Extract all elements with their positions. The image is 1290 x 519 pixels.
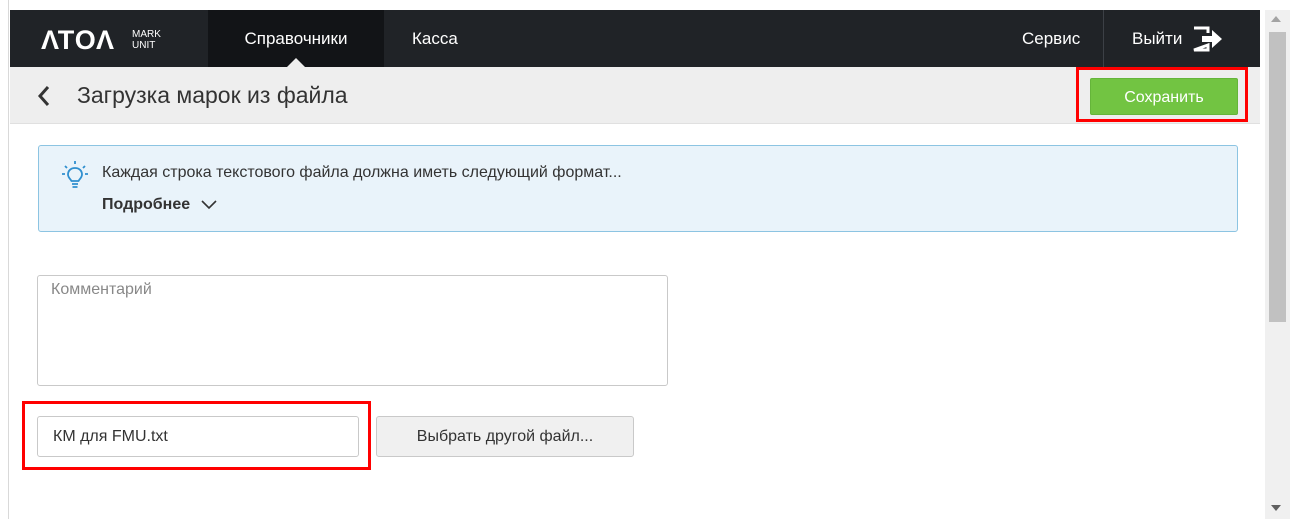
nav-divider bbox=[1103, 10, 1104, 67]
nav-item-kassa[interactable]: Касса bbox=[412, 10, 458, 67]
nav-item-label: Касса bbox=[412, 29, 458, 48]
logout-button[interactable]: Выйти bbox=[1114, 10, 1224, 67]
logout-icon bbox=[1193, 26, 1223, 51]
nav-item-service[interactable]: Сервис bbox=[1022, 10, 1080, 67]
chevron-left-icon[interactable] bbox=[35, 84, 53, 108]
info-text: Каждая строка текстового файла должна им… bbox=[102, 164, 622, 181]
scrollbar-thumb[interactable] bbox=[1269, 32, 1286, 322]
details-label: Подробнее bbox=[102, 196, 191, 213]
window-frame-left bbox=[0, 0, 9, 519]
active-tab-caret bbox=[287, 58, 305, 67]
atol-logo[interactable]: ΛΤΟΛ MARK UNIT bbox=[41, 25, 161, 55]
nav-item-references[interactable]: Справочники bbox=[208, 10, 384, 67]
logo-sub-line2: UNIT bbox=[132, 40, 156, 51]
details-toggle[interactable]: Подробнее bbox=[102, 196, 218, 214]
save-button-highlight: Сохранить bbox=[1076, 67, 1248, 122]
lightbulb-icon bbox=[62, 161, 88, 188]
choose-file-button[interactable]: Выбрать другой файл... bbox=[376, 416, 634, 457]
top-navbar: ΛΤΟΛ MARK UNIT Справочники Касса Сервис … bbox=[10, 10, 1260, 67]
vertical-scrollbar[interactable] bbox=[1265, 10, 1290, 519]
logo-sub-line1: MARK bbox=[132, 29, 161, 40]
nav-item-label: Справочники bbox=[244, 29, 348, 48]
svg-text:ΛΤΟΛ: ΛΤΟΛ bbox=[41, 29, 115, 51]
save-button[interactable]: Сохранить bbox=[1090, 78, 1238, 115]
atol-logo-mark: ΛΤΟΛ bbox=[41, 29, 115, 51]
logo-subtitle: MARK UNIT bbox=[132, 29, 161, 51]
page-toolbar: Загрузка марок из файла Сохранить bbox=[10, 67, 1260, 124]
info-panel: Каждая строка текстового файла должна им… bbox=[38, 145, 1238, 232]
file-name-field[interactable] bbox=[37, 416, 359, 457]
scroll-down-icon[interactable] bbox=[1271, 505, 1281, 511]
comment-field[interactable] bbox=[37, 275, 668, 386]
chevron-down-icon bbox=[201, 200, 217, 210]
nav-item-label: Сервис bbox=[1022, 29, 1081, 48]
logout-label: Выйти bbox=[1132, 28, 1183, 48]
page-title: Загрузка марок из файла bbox=[77, 82, 348, 108]
scroll-up-icon[interactable] bbox=[1271, 16, 1281, 22]
window-frame-top bbox=[0, 0, 1290, 10]
